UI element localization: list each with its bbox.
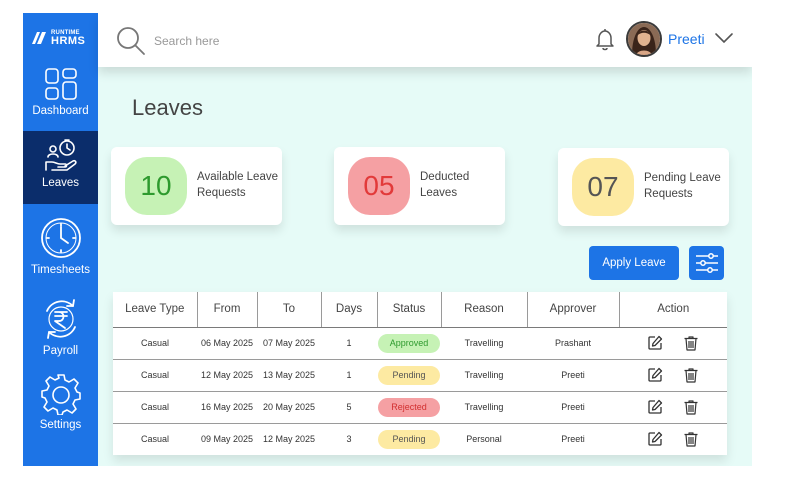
cell-approver: Preeti <box>527 391 619 424</box>
sidebar-item-dashboard[interactable]: Dashboard <box>23 61 98 131</box>
cell-type: Casual <box>113 391 197 424</box>
column-header[interactable]: Leave Type <box>113 292 198 328</box>
delete-icon[interactable] <box>683 399 699 415</box>
table-header-row: Leave Type From To Days Status Reason Ap… <box>113 292 727 328</box>
sidebar-item-label: Dashboard <box>32 105 89 117</box>
sidebar-item-label: Payroll <box>42 345 79 357</box>
edit-icon[interactable] <box>647 335 663 351</box>
cell-reason: Travelling <box>441 327 527 360</box>
bell-icon[interactable] <box>594 27 616 51</box>
deducted-leave-card: 05 Deducted Leaves <box>334 147 505 225</box>
sidebar-item-settings[interactable]: Settings <box>23 373 98 439</box>
user-photo <box>628 23 660 55</box>
deducted-leave-label: Deducted Leaves <box>420 171 470 199</box>
cell-to: 20 May 2025 <box>257 391 321 424</box>
cell-reason: Travelling <box>441 391 527 424</box>
cell-to: 12 May 2025 <box>262 434 316 444</box>
column-header[interactable]: Reason <box>441 292 528 328</box>
apply-leave-button[interactable]: Apply Leave <box>589 246 679 280</box>
cell-days: 1 <box>321 359 377 392</box>
rupee-icon <box>45 299 76 339</box>
page-title: Leaves <box>132 95 203 120</box>
cell-action <box>619 391 727 424</box>
cell-type: Casual <box>113 327 197 360</box>
status-badge: Approved <box>378 333 440 353</box>
cell-status: Approved <box>377 327 441 360</box>
available-leave-card: 10 Available Leave Requests <box>111 147 282 225</box>
cell-to: 07 May 2025 <box>257 327 321 360</box>
cell-days: 3 <box>346 434 352 444</box>
pending-leave-count: 07 <box>572 158 634 216</box>
cell-action <box>619 327 727 360</box>
cell-reason: Travelling <box>441 359 527 392</box>
cell-approver: Preeti <box>527 359 619 392</box>
cell-days: 1 <box>321 327 377 360</box>
cell-to: 13 May 2025 <box>257 359 321 392</box>
table-row: Casual 12 May 2025 13 May 2025 1 Pending Trav… <box>113 359 727 392</box>
column-header[interactable]: Approver <box>527 292 620 328</box>
sidebar: RUNTIME HRMS Dashboard Leaves Timesheets… <box>23 13 98 466</box>
cell-from: 12 May 2025 <box>197 359 257 392</box>
user-name[interactable]: Preeti <box>668 31 705 47</box>
delete-icon[interactable] <box>683 335 699 351</box>
sidebar-item-payroll[interactable]: Payroll <box>23 297 98 363</box>
chevron-down-icon[interactable] <box>714 31 734 45</box>
leave-hand-icon <box>44 139 77 171</box>
pending-leave-label: Pending Leave Requests <box>644 172 721 200</box>
cell-from: 06 May 2025 <box>197 327 257 360</box>
deducted-leave-count: 05 <box>348 157 410 215</box>
cell-reason: Personal <box>466 434 502 444</box>
edit-icon[interactable] <box>647 367 663 383</box>
sidebar-item-label: Leaves <box>41 177 80 189</box>
brand-mark-icon <box>32 32 46 44</box>
cell-status: Rejected <box>377 391 441 424</box>
cell-action <box>619 359 727 392</box>
sidebar-item-timesheets[interactable]: Timesheets <box>23 216 98 288</box>
available-leave-label: Available Leave Requests <box>197 171 278 199</box>
sidebar-item-label: Settings <box>39 419 82 431</box>
cell-approver: Prashant <box>527 327 619 360</box>
app-frame: RUNTIME HRMS Dashboard Leaves Timesheets… <box>23 13 752 466</box>
sliders-icon <box>695 253 718 273</box>
gear-icon <box>40 374 81 415</box>
grid-icon <box>44 68 77 100</box>
column-header[interactable]: From <box>197 292 258 328</box>
cell-from: 16 May 2025 <box>197 391 257 424</box>
column-header[interactable]: Status <box>377 292 442 328</box>
edit-icon[interactable] <box>647 431 663 447</box>
top-header: Preeti <box>98 13 752 67</box>
search-icon[interactable] <box>116 26 146 56</box>
pending-leave-card: 07 Pending Leave Requests <box>558 148 729 226</box>
delete-icon[interactable] <box>683 367 699 383</box>
sidebar-item-leaves[interactable]: Leaves <box>23 131 98 204</box>
cell-from: 09 May 2025 <box>200 434 254 444</box>
table-row: Casual 09 May 2025 12 May 2025 3 Pending Pers… <box>113 423 727 455</box>
brand-line2: HRMS <box>51 34 86 47</box>
table-row: Casual 06 May 2025 07 May 2025 1 Approved Tra… <box>113 327 727 360</box>
column-header[interactable]: Days <box>321 292 378 328</box>
cell-type: Casual <box>140 434 169 444</box>
status-badge: Rejected <box>378 397 440 417</box>
cell-status: Pending <box>377 423 441 455</box>
clock-icon <box>40 218 81 258</box>
avatar[interactable] <box>626 21 662 57</box>
cell-action <box>619 423 727 455</box>
brand-logo[interactable]: RUNTIME HRMS <box>31 26 91 50</box>
edit-icon[interactable] <box>647 399 663 415</box>
cell-days: 5 <box>321 391 377 424</box>
cell-type: Casual <box>113 359 197 392</box>
filter-button[interactable] <box>689 246 724 280</box>
available-leave-count: 10 <box>125 157 187 215</box>
sidebar-item-label: Timesheets <box>30 264 90 276</box>
leave-table: Leave Type From To Days Status Reason Ap… <box>113 292 727 455</box>
cell-approver: Preeti <box>561 434 585 444</box>
cell-status: Pending <box>377 359 441 392</box>
status-badge: Pending <box>378 365 440 385</box>
status-badge: Pending <box>378 429 440 449</box>
column-header[interactable]: To <box>257 292 322 328</box>
search-input[interactable] <box>154 30 414 52</box>
delete-icon[interactable] <box>683 431 699 447</box>
table-row: Casual 16 May 2025 20 May 2025 5 Rejected Tra… <box>113 391 727 424</box>
column-header: Action <box>619 292 727 328</box>
